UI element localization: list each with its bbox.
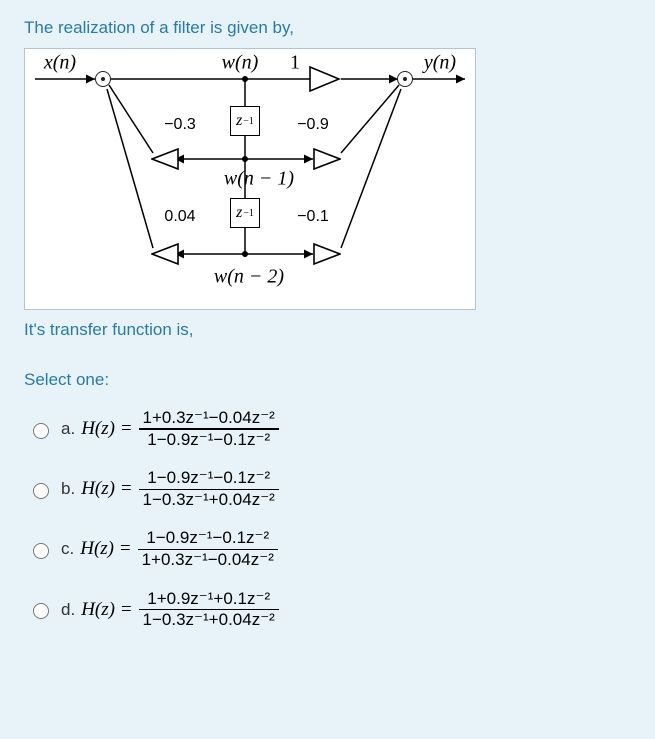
gain-triangle-fb1 — [151, 148, 179, 170]
w2-label: w(n − 2) — [214, 266, 284, 289]
option-d[interactable]: d. H(z) = 1+0.9z⁻¹+0.1z⁻² 1−0.3z⁻¹+0.04z… — [28, 589, 631, 631]
option-a-den: 1−0.9z⁻¹−0.1z⁻² — [143, 430, 274, 450]
delay-box-1: z−1 — [230, 106, 260, 136]
option-b-num: 1−0.9z⁻¹−0.1z⁻² — [143, 468, 274, 488]
gain-label: 1 — [290, 52, 300, 75]
delay-2-exp: −1 — [243, 208, 254, 219]
option-d-fraction: 1+0.9z⁻¹+0.1z⁻² 1−0.3z⁻¹+0.04z⁻² — [139, 589, 279, 631]
option-d-num: 1+0.9z⁻¹+0.1z⁻² — [143, 589, 274, 609]
delay-2-z: z — [236, 204, 242, 222]
option-a[interactable]: a. H(z) = 1+0.3z⁻¹−0.04z⁻² 1−0.9z⁻¹−0.1z… — [28, 408, 631, 450]
option-d-lead: H(z) = — [81, 599, 132, 621]
option-b-radio[interactable] — [33, 483, 49, 499]
option-b[interactable]: b. H(z) = 1−0.9z⁻¹−0.1z⁻² 1−0.3z⁻¹+0.04z… — [28, 468, 631, 510]
input-summing-node — [95, 71, 111, 87]
delay-1-exp: −1 — [243, 116, 254, 127]
option-c-letter: c. — [61, 539, 74, 559]
option-a-num: 1+0.3z⁻¹−0.04z⁻² — [139, 408, 279, 428]
ff1-coef: −0.9 — [297, 116, 329, 134]
w-label: w(n) — [222, 52, 259, 75]
option-c-fraction: 1−0.9z⁻¹−0.1z⁻² 1+0.3z⁻¹−0.04z⁻² — [138, 528, 278, 570]
gain-triangle-forward — [309, 66, 341, 92]
x-label: x(n) — [44, 52, 76, 75]
option-b-fraction: 1−0.9z⁻¹−0.1z⁻² 1−0.3z⁻¹+0.04z⁻² — [139, 468, 279, 510]
fb1-coef: −0.3 — [164, 116, 196, 134]
select-one-label: Select one: — [24, 370, 631, 390]
w2-tap — [242, 251, 248, 257]
w1-tap — [242, 156, 248, 162]
question-subprompt: It's transfer function is, — [24, 320, 631, 340]
ff2-coef: −0.1 — [297, 208, 329, 226]
option-c-num: 1−0.9z⁻¹−0.1z⁻² — [142, 528, 273, 548]
y-label: y(n) — [424, 52, 456, 75]
delay-box-2: z−1 — [230, 198, 260, 228]
option-d-radio[interactable] — [33, 603, 49, 619]
options-group: Select one: a. H(z) = 1+0.3z⁻¹−0.04z⁻² 1… — [24, 370, 631, 631]
fb2-coef: 0.04 — [164, 208, 195, 226]
option-b-lead: H(z) = — [81, 478, 132, 500]
option-c[interactable]: c. H(z) = 1−0.9z⁻¹−0.1z⁻² 1+0.3z⁻¹−0.04z… — [28, 528, 631, 570]
option-a-fraction: 1+0.3z⁻¹−0.04z⁻² 1−0.9z⁻¹−0.1z⁻² — [139, 408, 279, 450]
option-a-radio[interactable] — [33, 423, 49, 439]
option-a-lead: H(z) = — [81, 418, 132, 440]
question-prompt: The realization of a filter is given by, — [24, 18, 631, 38]
option-d-letter: d. — [61, 600, 75, 620]
option-c-den: 1+0.3z⁻¹−0.04z⁻² — [138, 550, 278, 570]
gain-triangle-ff1 — [313, 148, 341, 170]
option-b-den: 1−0.3z⁻¹+0.04z⁻² — [139, 490, 279, 510]
option-c-radio[interactable] — [33, 543, 49, 559]
output-summing-node — [397, 71, 413, 87]
w1-label: w(n − 1) — [224, 168, 294, 191]
option-a-letter: a. — [61, 419, 75, 439]
gain-triangle-fb2 — [151, 243, 179, 265]
w-node — [242, 76, 248, 82]
option-d-den: 1−0.3z⁻¹+0.04z⁻² — [139, 610, 279, 630]
filter-diagram: z−1 z−1 x(n) w(n) 1 y(n) −0.3 −0.9 w(n −… — [24, 48, 476, 310]
delay-1-z: z — [236, 112, 242, 130]
gain-triangle-ff2 — [313, 243, 341, 265]
option-c-lead: H(z) = — [80, 538, 131, 560]
option-b-letter: b. — [61, 479, 75, 499]
